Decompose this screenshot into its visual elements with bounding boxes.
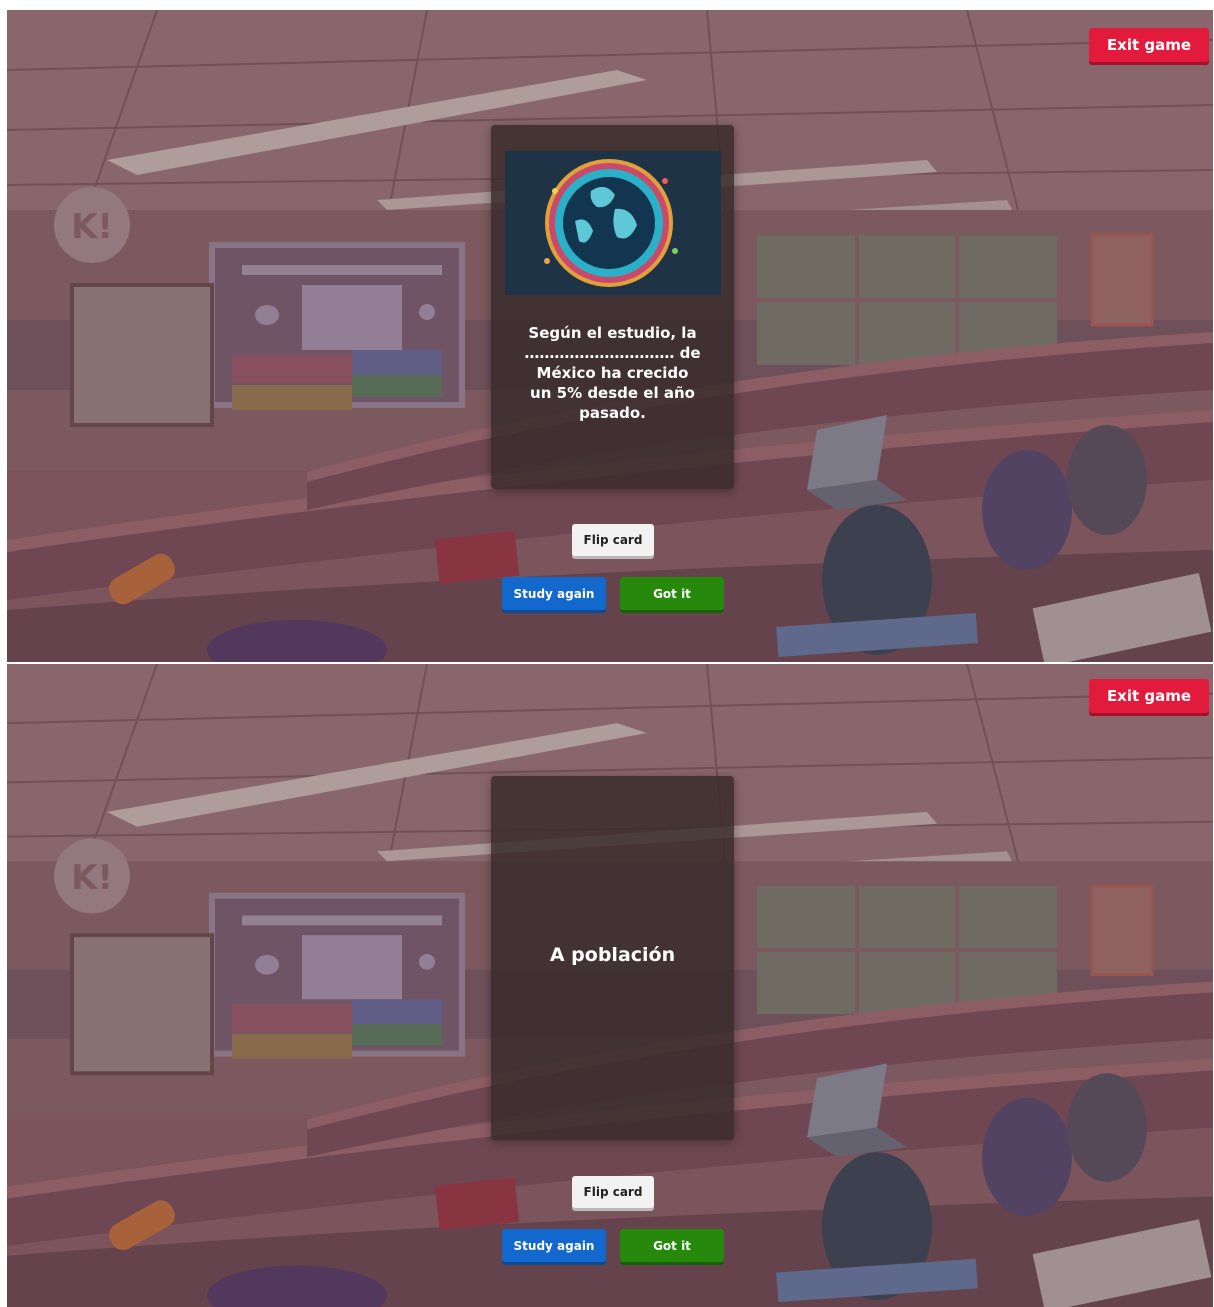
card-question: Según el estudio, la ………………………… de Méxic… (509, 323, 716, 423)
got-it-button[interactable]: Got it (620, 577, 724, 610)
study-again-button[interactable]: Study again (502, 1229, 606, 1262)
question-line: pasado. (579, 404, 646, 422)
question-line: un 5% desde el año (530, 384, 695, 402)
question-line: México ha crecido (536, 364, 689, 382)
game-screen-back: Exit game A población Flip card Study ag… (7, 664, 1213, 1307)
exit-game-button[interactable]: Exit game (1089, 28, 1209, 62)
flashcard-back[interactable]: A población (491, 776, 734, 1140)
got-it-button[interactable]: Got it (620, 1229, 724, 1262)
study-again-button[interactable]: Study again (502, 577, 606, 610)
card-answer: A población (549, 944, 676, 966)
question-line: ………………………… de (524, 344, 701, 362)
globe-with-people-icon (505, 151, 721, 295)
exit-game-button[interactable]: Exit game (1089, 679, 1209, 713)
flip-card-button[interactable]: Flip card (572, 524, 654, 556)
flip-card-button[interactable]: Flip card (572, 1176, 654, 1208)
flashcard-front[interactable]: Según el estudio, la ………………………… de Méxic… (491, 125, 734, 489)
question-line: Según el estudio, la (528, 324, 697, 342)
game-screen-front: Exit game Según el estudio, la ………………………… (7, 10, 1213, 662)
card-image (505, 151, 721, 295)
